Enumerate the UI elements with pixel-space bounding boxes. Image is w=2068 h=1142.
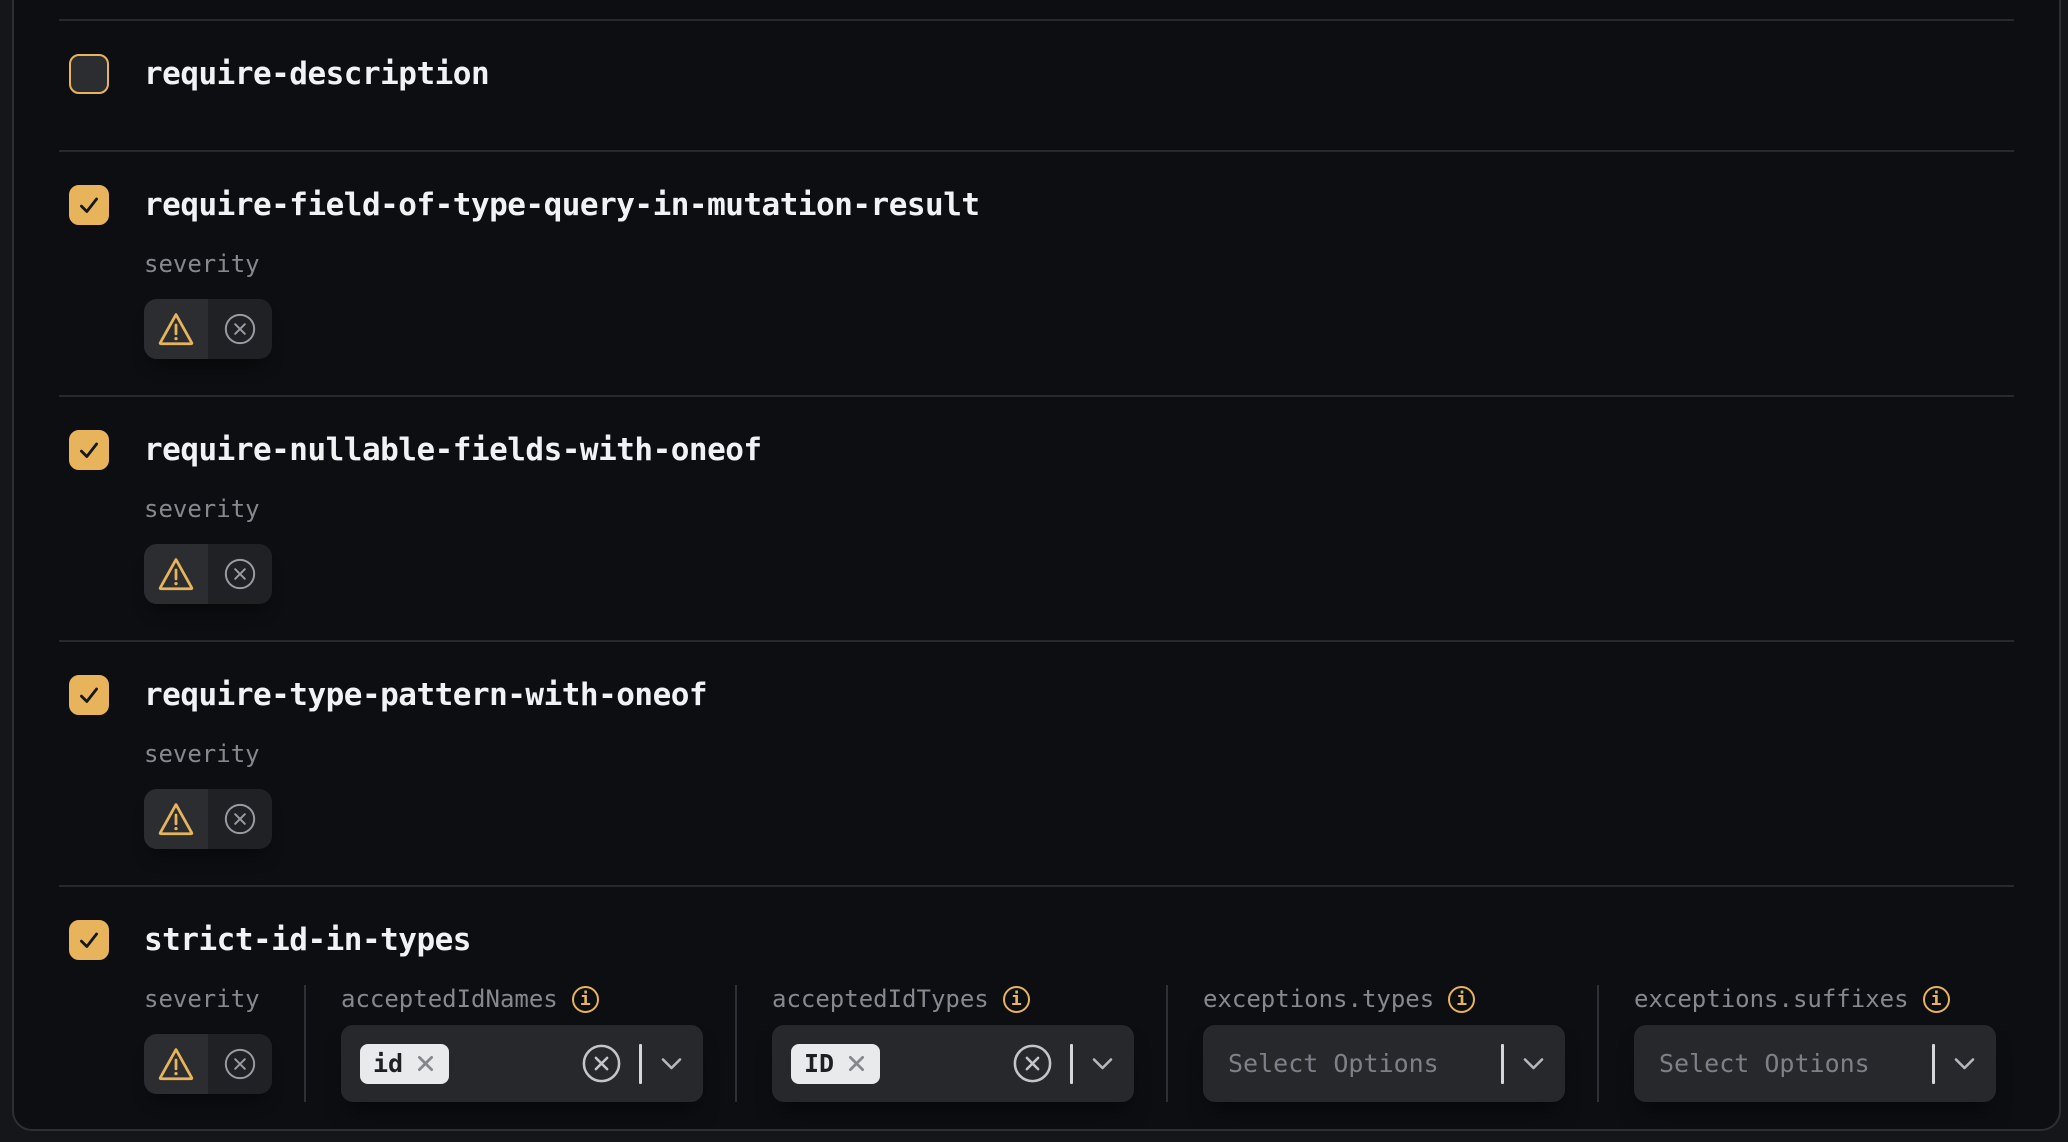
warning-triangle-icon	[156, 556, 196, 592]
chevron-down-icon[interactable]	[1521, 1057, 1546, 1071]
check-icon	[76, 437, 102, 463]
clear-selection-button[interactable]	[581, 1043, 622, 1084]
rule-enabled-checkbox[interactable]	[69, 675, 109, 715]
option-label: severity	[144, 985, 260, 1013]
rule-options: severity	[144, 985, 2014, 1102]
rule-enabled-checkbox[interactable]	[69, 185, 109, 225]
multiselect-placeholder: Select Options	[1659, 1049, 1870, 1078]
info-icon[interactable]: i	[572, 986, 599, 1013]
rule-title-row: require-field-of-type-query-in-mutation-…	[69, 185, 2014, 225]
rule-enabled-checkbox[interactable]	[69, 430, 109, 470]
warning-triangle-icon	[156, 801, 196, 837]
severity-toggle	[144, 789, 272, 849]
warning-triangle-icon	[156, 311, 196, 347]
option-exceptions.types: exceptions.types i Select Options	[1166, 985, 1597, 1102]
rule-row-strict-id-in-types: strict-id-in-types severity	[59, 885, 2014, 1130]
select-separator	[1932, 1044, 1935, 1084]
circle-x-icon	[223, 1047, 257, 1081]
option-severity: severity	[144, 740, 304, 857]
multiselect-input[interactable]: Select Options	[1634, 1025, 1996, 1102]
option-label: acceptedIdTypes	[772, 985, 989, 1013]
remove-tag-x-icon[interactable]	[415, 1053, 436, 1074]
rule-row-require-nullable-fields-with-oneof: require-nullable-fields-with-oneof sever…	[59, 395, 2014, 640]
rule-name: strict-id-in-types	[144, 922, 471, 958]
multiselect-input[interactable]: Select Options	[1203, 1025, 1565, 1102]
selected-value-tag: ID	[791, 1044, 880, 1084]
select-separator	[639, 1044, 642, 1084]
tag-label: ID	[804, 1049, 834, 1078]
info-icon[interactable]: i	[1923, 986, 1950, 1013]
rule-options: severity	[144, 740, 2014, 857]
option-exceptions.suffixes: exceptions.suffixes i Select Options	[1597, 985, 2028, 1102]
warning-triangle-icon	[156, 1046, 196, 1082]
severity-off-button[interactable]	[208, 1034, 272, 1094]
option-label: severity	[144, 495, 260, 523]
check-icon	[76, 927, 102, 953]
rule-options: severity	[144, 250, 2014, 367]
check-icon	[76, 192, 102, 218]
chevron-down-icon[interactable]	[659, 1057, 684, 1071]
rule-name: require-nullable-fields-with-oneof	[144, 432, 762, 468]
selected-value-tag: id	[360, 1044, 449, 1084]
rule-title-row: strict-id-in-types	[69, 920, 2014, 960]
option-acceptedIdNames: acceptedIdNames i id	[304, 985, 735, 1102]
severity-warn-button[interactable]	[144, 299, 208, 359]
option-severity: severity	[144, 985, 304, 1102]
rule-row-require-type-pattern-with-oneof: require-type-pattern-with-oneof severity	[59, 640, 2014, 885]
option-label: severity	[144, 740, 260, 768]
chevron-down-icon[interactable]	[1090, 1057, 1115, 1071]
option-label: exceptions.types	[1203, 985, 1434, 1013]
severity-toggle	[144, 299, 272, 359]
circle-x-icon	[223, 802, 257, 836]
option-severity: severity	[144, 495, 304, 612]
option-label: severity	[144, 250, 260, 278]
chevron-down-icon[interactable]	[1952, 1057, 1977, 1071]
circle-x-clear-icon	[581, 1043, 622, 1084]
severity-off-button[interactable]	[208, 544, 272, 604]
rules-panel: require-description require-field-of-typ…	[12, 0, 2061, 1131]
clear-selection-button[interactable]	[1012, 1043, 1053, 1084]
option-acceptedIdTypes: acceptedIdTypes i ID	[735, 985, 1166, 1102]
rule-name: require-type-pattern-with-oneof	[144, 677, 707, 713]
info-icon[interactable]: i	[1003, 986, 1030, 1013]
rules-list: require-description require-field-of-typ…	[59, 19, 2014, 1130]
rule-title-row: require-nullable-fields-with-oneof	[69, 430, 2014, 470]
rule-options: severity	[144, 495, 2014, 612]
rule-row-require-description: require-description	[59, 19, 2014, 150]
severity-warn-button[interactable]	[144, 789, 208, 849]
severity-warn-button[interactable]	[144, 544, 208, 604]
rule-row-require-field-of-type-query-in-mutation-result: require-field-of-type-query-in-mutation-…	[59, 150, 2014, 395]
circle-x-icon	[223, 312, 257, 346]
rule-name: require-field-of-type-query-in-mutation-…	[144, 187, 980, 223]
remove-tag-x-icon[interactable]	[846, 1053, 867, 1074]
multiselect-placeholder: Select Options	[1228, 1049, 1439, 1078]
circle-x-icon	[223, 557, 257, 591]
severity-off-button[interactable]	[208, 789, 272, 849]
tag-label: id	[373, 1049, 403, 1078]
check-icon	[76, 682, 102, 708]
option-label: acceptedIdNames	[341, 985, 558, 1013]
info-icon[interactable]: i	[1448, 986, 1475, 1013]
severity-off-button[interactable]	[208, 299, 272, 359]
rule-enabled-checkbox[interactable]	[69, 54, 109, 94]
option-severity: severity	[144, 250, 304, 367]
severity-toggle	[144, 1034, 272, 1094]
circle-x-clear-icon	[1012, 1043, 1053, 1084]
rule-title-row: require-description	[69, 54, 2014, 94]
rule-enabled-checkbox[interactable]	[69, 920, 109, 960]
severity-warn-button[interactable]	[144, 1034, 208, 1094]
select-separator	[1070, 1044, 1073, 1084]
rule-title-row: require-type-pattern-with-oneof	[69, 675, 2014, 715]
rule-name: require-description	[144, 56, 489, 92]
severity-toggle	[144, 544, 272, 604]
select-separator	[1501, 1044, 1504, 1084]
multiselect-input[interactable]: id	[341, 1025, 703, 1102]
multiselect-input[interactable]: ID	[772, 1025, 1134, 1102]
option-label: exceptions.suffixes	[1634, 985, 1909, 1013]
